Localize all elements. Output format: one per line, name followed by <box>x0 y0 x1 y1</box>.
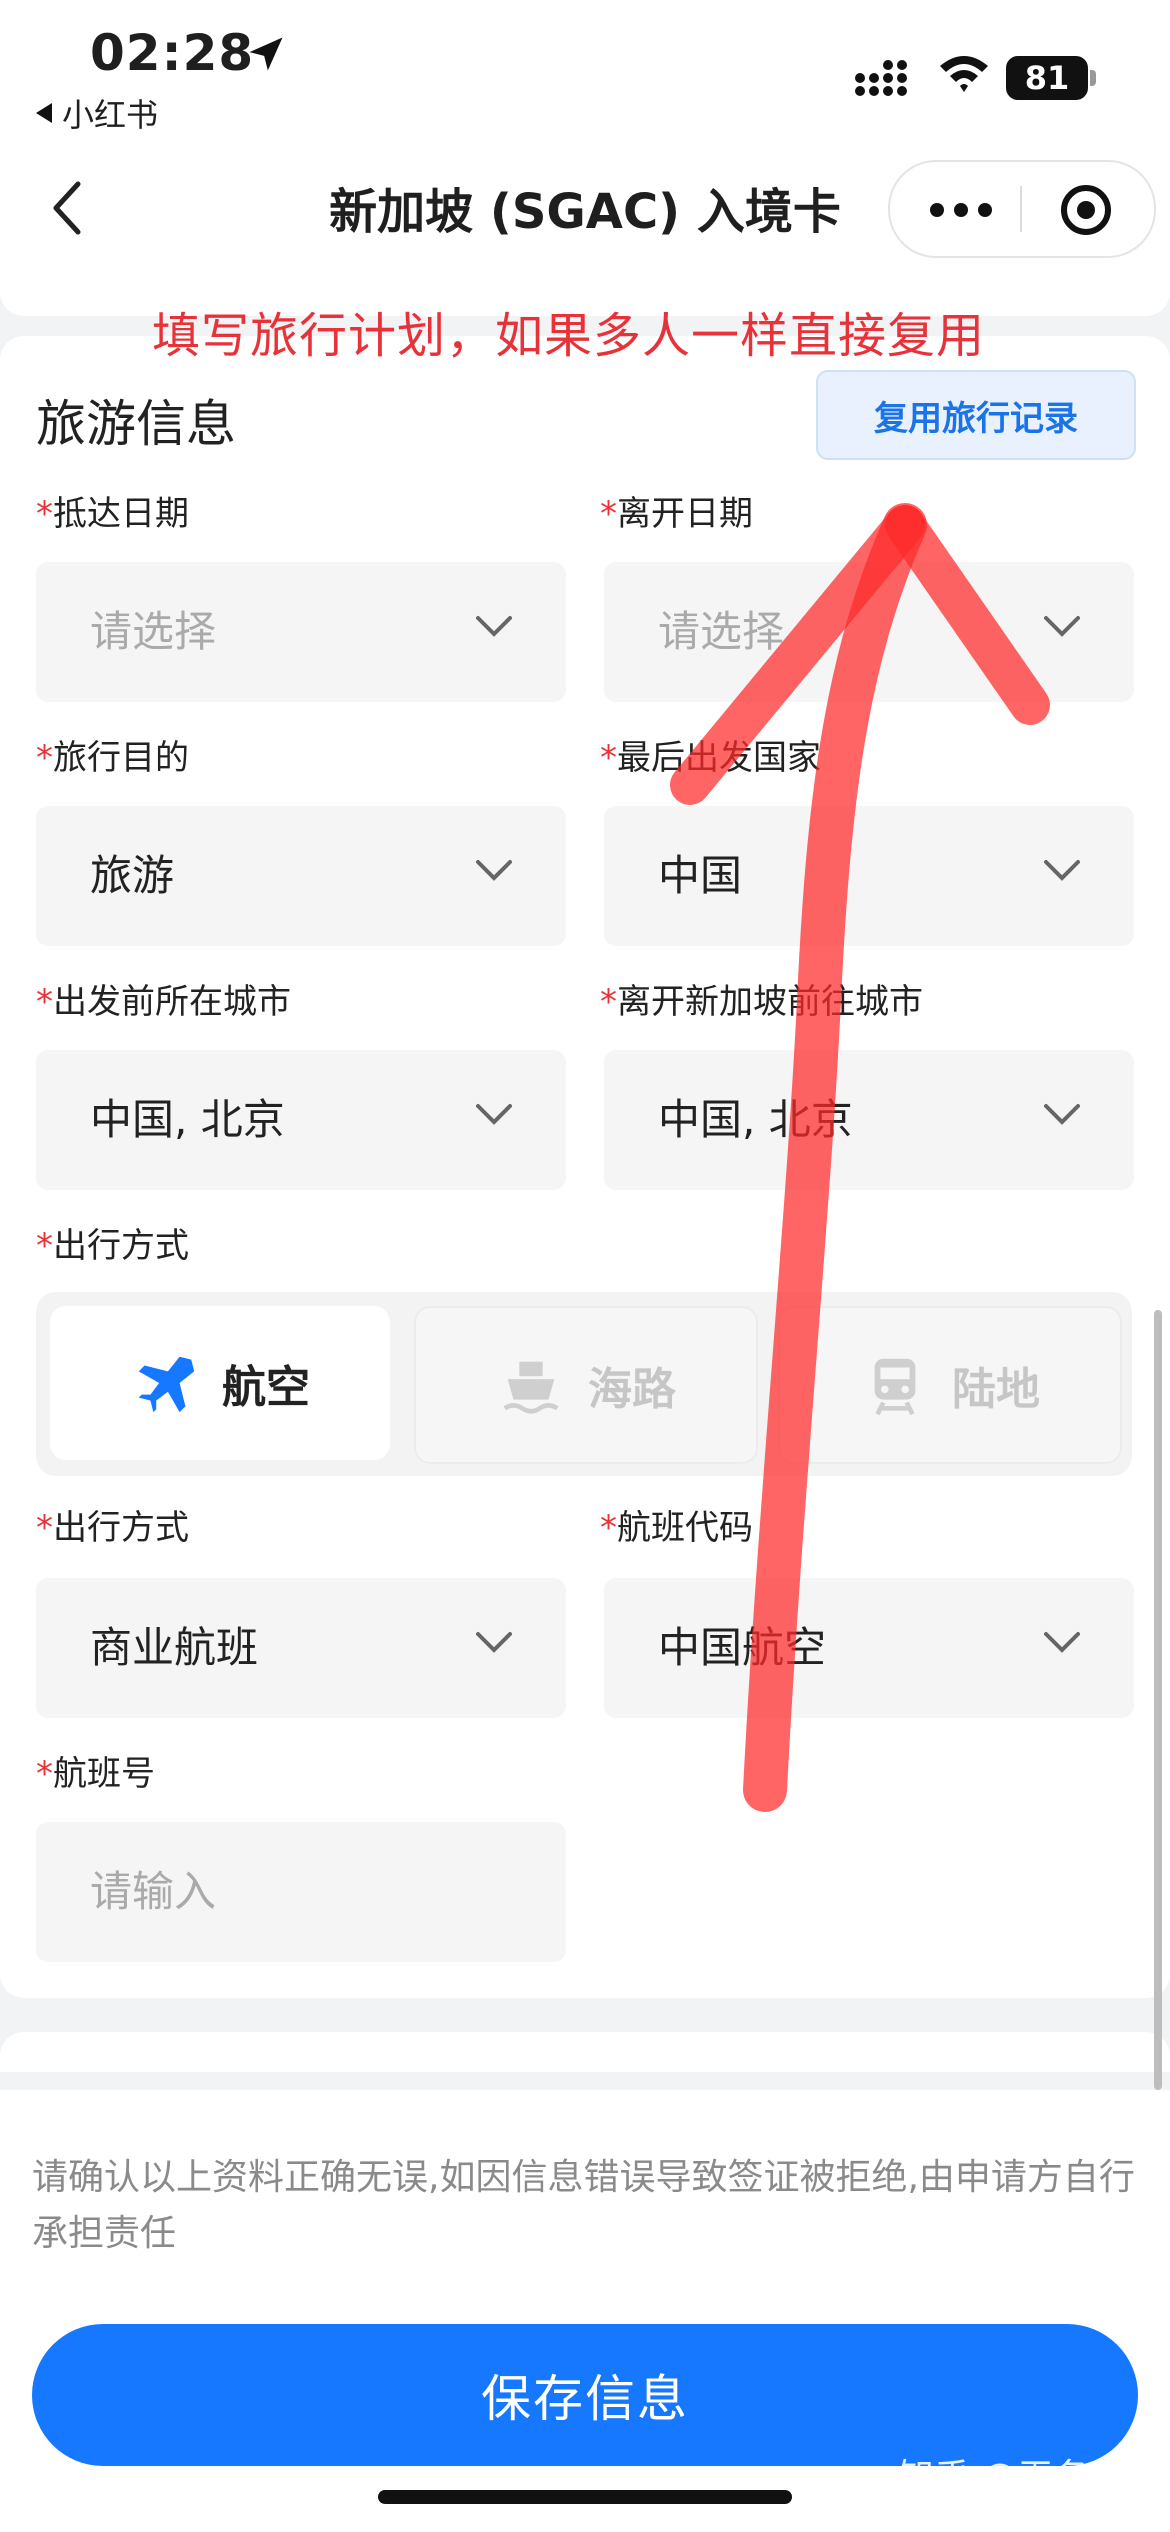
close-target-icon[interactable] <box>1058 182 1114 238</box>
airline-code-select[interactable]: 中国航空 <box>604 1578 1134 1718</box>
flight-no-label: *航班号 <box>36 1754 155 1794</box>
departure-date-value: 请选择 <box>658 607 785 656</box>
chevron-down-icon <box>476 1104 512 1125</box>
battery-cap <box>1090 70 1096 86</box>
airline-code-label: *航班代码 <box>600 1508 753 1548</box>
back-triangle-icon <box>36 103 52 123</box>
purpose-value: 旅游 <box>90 851 175 900</box>
train-icon <box>874 1358 916 1416</box>
travel-type-label: *出行方式 <box>36 1508 189 1548</box>
chevron-down-icon <box>1044 616 1080 637</box>
origin-city-label: *出发前所在城市 <box>36 982 291 1022</box>
next-card-top <box>0 2032 1170 2072</box>
purpose-label: *旅行目的 <box>36 738 189 778</box>
next-city-select[interactable]: 中国, 北京 <box>604 1050 1134 1190</box>
ship-icon <box>503 1361 559 1414</box>
disclaimer-text: 请确认以上资料正确无误,如因信息错误导致签证被拒绝,由申请方自行承担责任 <box>32 2157 1135 2254</box>
mode-land-option[interactable]: 陆地 <box>778 1306 1122 1464</box>
back-chevron-icon[interactable] <box>48 178 88 238</box>
watermark: 知乎 @无名小p <box>898 2457 1149 2498</box>
last-country-label: *最后出发国家 <box>600 738 821 778</box>
chevron-down-icon <box>476 860 512 881</box>
travel-type-value: 商业航班 <box>90 1623 259 1672</box>
mode-air-label: 航空 <box>222 1362 310 1413</box>
purpose-select[interactable]: 旅游 <box>36 806 566 946</box>
last-country-select[interactable]: 中国 <box>604 806 1134 946</box>
section-title: 旅游信息 <box>36 395 236 453</box>
arrival-date-value: 请选择 <box>90 607 217 656</box>
flight-no-input[interactable]: 请输入 <box>36 1822 566 1962</box>
chevron-down-icon <box>476 616 512 637</box>
flight-no-placeholder: 请输入 <box>90 1867 217 1916</box>
transport-mode-label: *出行方式 <box>36 1226 189 1266</box>
last-country-value: 中国 <box>658 851 743 900</box>
mode-sea-label: 海路 <box>588 1364 676 1415</box>
chevron-down-icon <box>1044 1104 1080 1125</box>
chevron-down-icon <box>476 1632 512 1653</box>
mode-air-option[interactable]: 航空 <box>50 1306 390 1460</box>
chevron-down-icon <box>1044 1632 1080 1653</box>
mode-sea-option[interactable]: 海路 <box>414 1306 758 1464</box>
origin-city-value: 中国, 北京 <box>90 1095 285 1144</box>
chevron-down-icon <box>1044 860 1080 881</box>
capsule-divider <box>1020 186 1022 232</box>
mode-land-label: 陆地 <box>952 1364 1040 1415</box>
status-time: 02:28 <box>90 24 255 82</box>
home-indicator <box>378 2490 792 2504</box>
mini-program-capsule <box>888 160 1156 258</box>
departure-date-label: *离开日期 <box>600 494 753 534</box>
airplane-icon <box>138 1356 195 1413</box>
battery-indicator: 81 <box>1006 56 1088 100</box>
next-city-label: *离开新加坡前往城市 <box>600 982 923 1022</box>
arrival-date-label: *抵达日期 <box>36 494 189 534</box>
reuse-travel-record-button[interactable]: 复用旅行记录 <box>816 370 1136 460</box>
annotation-text: 填写旅行计划，如果多人一样直接复用 <box>152 308 986 364</box>
back-app-label: 小红书 <box>62 96 159 134</box>
back-to-app-link[interactable]: 小红书 <box>36 90 158 136</box>
origin-city-select[interactable]: 中国, 北京 <box>36 1050 566 1190</box>
scrollbar[interactable] <box>1154 1310 1162 2090</box>
save-info-button[interactable]: 保存信息 <box>32 2324 1138 2466</box>
wifi-icon <box>940 56 988 92</box>
airline-code-value: 中国航空 <box>658 1623 827 1672</box>
more-options-icon[interactable] <box>930 190 1010 230</box>
next-city-value: 中国, 北京 <box>658 1095 853 1144</box>
cellular-signal-icon <box>855 60 907 96</box>
location-arrow-icon <box>249 37 283 71</box>
transport-mode-segmented: 航空 海路 陆地 <box>36 1292 1132 1476</box>
arrival-date-select[interactable]: 请选择 <box>36 562 566 702</box>
travel-type-select[interactable]: 商业航班 <box>36 1578 566 1718</box>
departure-date-select[interactable]: 请选择 <box>604 562 1134 702</box>
